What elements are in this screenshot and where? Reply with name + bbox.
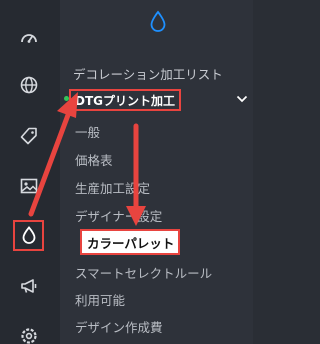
submenu-item-design-fee[interactable]: デザイン作成費 (75, 317, 163, 336)
submenu-item-designer-settings[interactable]: デザイナー設定 (75, 206, 162, 225)
chevron-down-icon[interactable] (236, 94, 248, 104)
menu-item-dtg-print[interactable]: DTGプリント加工 (69, 89, 181, 111)
submenu-item-availability[interactable]: 利用可能 (75, 290, 125, 309)
settings-icon[interactable] (15, 322, 43, 344)
submenu-item-smart-select-rules[interactable]: スマートセレクトルール (75, 263, 212, 282)
menu-item-label: DTGプリント加工 (75, 93, 175, 108)
megaphone-icon[interactable] (15, 272, 43, 300)
icon-rail (0, 0, 60, 344)
submenu-item-production-settings[interactable]: 生産加工設定 (75, 178, 150, 197)
submenu-item-color-palette[interactable]: カラーパレット (80, 229, 180, 255)
active-icon-highlight (13, 220, 44, 251)
globe-icon[interactable] (15, 71, 43, 99)
dashboard-icon[interactable] (15, 24, 43, 52)
image-icon[interactable] (15, 172, 43, 200)
submenu-item-general[interactable]: 一般 (75, 122, 100, 141)
drop-icon (150, 10, 166, 32)
tag-icon[interactable] (15, 122, 43, 150)
submenu-item-label: カラーパレット (87, 235, 175, 251)
submenu-item-price-list[interactable]: 価格表 (75, 150, 113, 169)
section-title: デコレーション加工リスト (73, 67, 223, 82)
